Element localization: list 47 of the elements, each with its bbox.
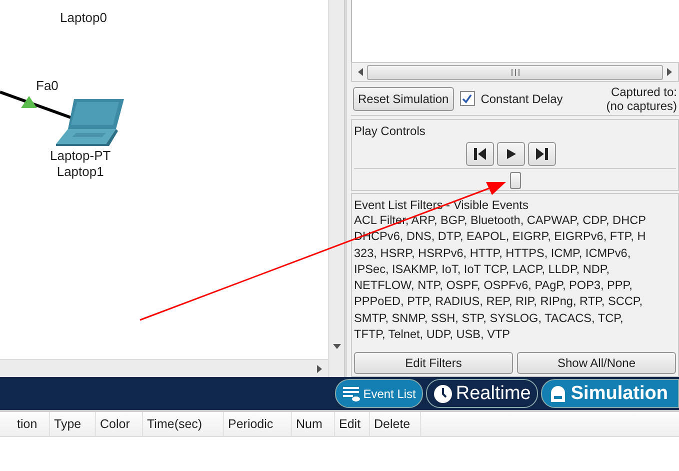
- reset-simulation-button[interactable]: Reset Simulation: [353, 86, 454, 110]
- scroll-down-arrow-icon[interactable]: [332, 344, 340, 349]
- column-header: Periodic: [224, 412, 292, 436]
- slider-thumb[interactable]: [510, 172, 521, 189]
- scroll-right-arrow-icon[interactable]: [667, 68, 672, 76]
- filter-list-text: IPSec, ISAKMP, IoT, IoT TCP, LACP, LLDP, NDP,: [354, 260, 611, 278]
- column-header: Type: [50, 412, 96, 436]
- list-icon: [342, 384, 360, 402]
- column-header: Delete: [370, 412, 421, 436]
- scroll-right-arrow-icon[interactable]: [317, 364, 322, 372]
- skip-back-icon: [473, 147, 487, 161]
- play-icon: [505, 148, 517, 160]
- laptop-icon[interactable]: [56, 97, 126, 147]
- filter-list-text: SMTP, SNMP, SSH, STP, SYSLOG, TACACS, TCP,: [354, 310, 624, 326]
- column-header: Time(sec): [143, 412, 224, 436]
- mode-tab[interactable]: Event List: [335, 379, 423, 408]
- link-status-icon: [21, 96, 37, 108]
- checkbox[interactable]: [460, 91, 475, 106]
- clock-icon: [432, 384, 453, 404]
- forward-button[interactable]: [528, 142, 556, 166]
- device-name: Laptop0: [60, 10, 107, 26]
- section-title: Event List Filters - Visible Events: [354, 198, 530, 212]
- play-button[interactable]: [497, 142, 525, 166]
- column-header: tion: [13, 412, 50, 436]
- filter-list-text: PPPoED, PTP, RADIUS, REP, RIP, RIPng, RTP, SCCP,: [354, 293, 644, 310]
- back-button[interactable]: [466, 142, 494, 166]
- captured-value: (no captures): [606, 98, 677, 112]
- column-header: Num: [292, 412, 335, 436]
- filter-button[interactable]: Edit Filters: [354, 352, 513, 374]
- device-name: Laptop1: [56, 164, 105, 180]
- port-label: Fa0: [36, 78, 58, 94]
- device-model: Laptop-PT: [50, 148, 111, 164]
- checkbox-label: Constant Delay: [480, 92, 563, 106]
- filter-list-text: 323, HSRP, HSRPv6, HTTP, HTTPS, ICMP, ICMPv6,: [354, 244, 632, 261]
- mode-tab[interactable]: Simulation: [540, 379, 679, 408]
- mode-tab[interactable]: Realtime: [426, 379, 538, 408]
- column-header: Color: [96, 412, 143, 436]
- column-header: Edit: [335, 412, 370, 436]
- cable-line: [0, 90, 72, 120]
- filter-list-text: NETFLOW, NTP, OSPF, OSPFv6, PAgP, POP3, PPP,: [354, 277, 634, 294]
- section-title: Play Controls: [354, 124, 426, 138]
- scroll-left-arrow-icon[interactable]: [358, 68, 363, 76]
- filter-list-text: TFTP, Telnet, UDP, USB, VTP: [354, 326, 512, 342]
- scrollbar-thumb[interactable]: [367, 64, 663, 80]
- filter-button[interactable]: Show All/None: [517, 352, 676, 374]
- captured-label: Captured to:: [610, 84, 677, 98]
- skip-forward-icon: [535, 147, 549, 161]
